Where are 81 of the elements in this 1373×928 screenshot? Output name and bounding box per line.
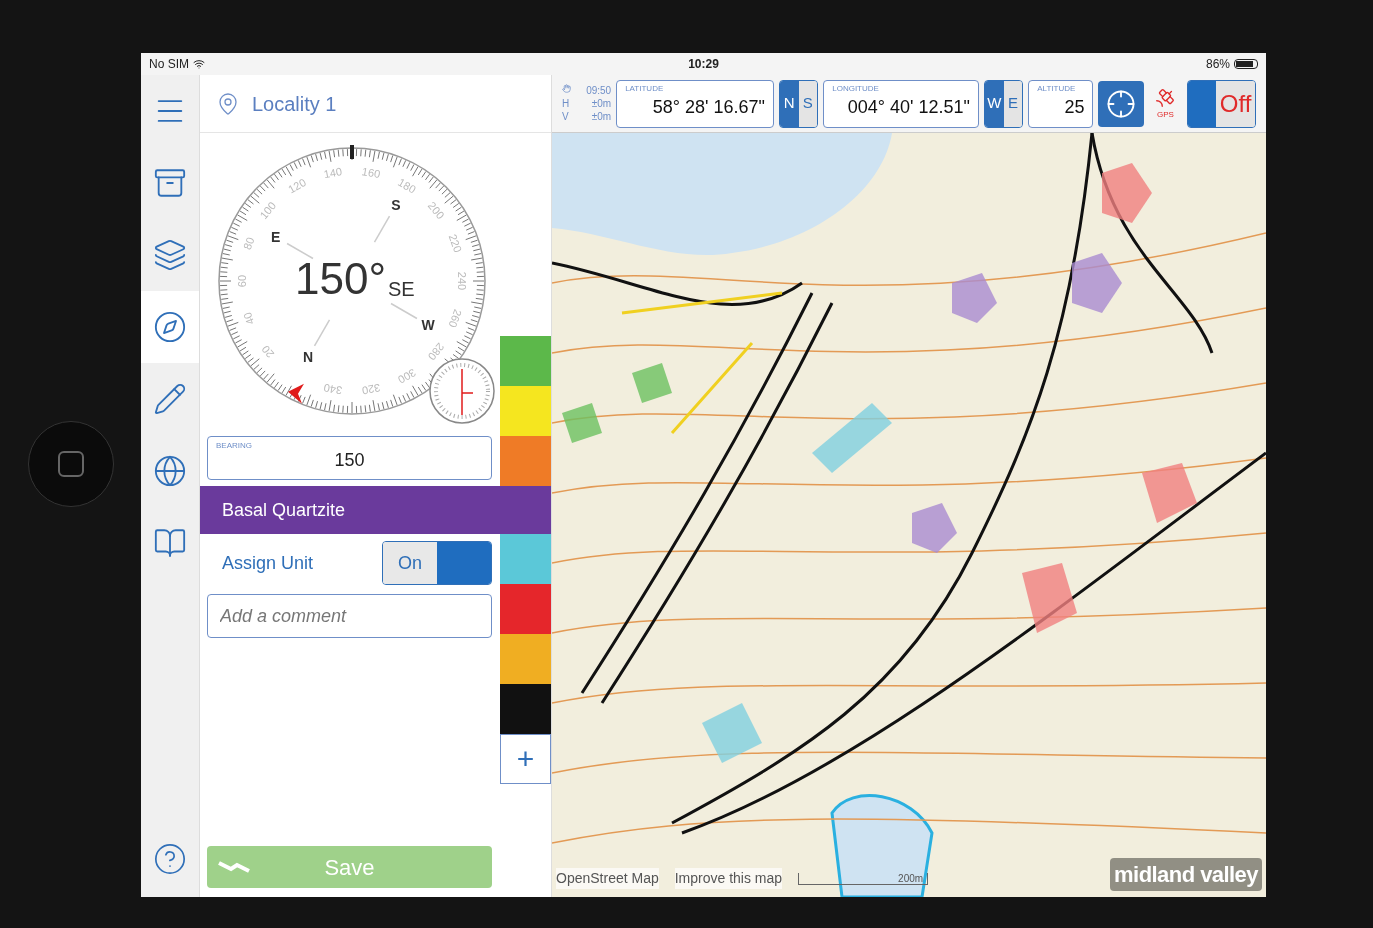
hemisphere-toggle[interactable]: W [984,80,1004,127]
scale-label: 200m [898,873,924,884]
heading-value: 150° [295,257,386,301]
dial-label: 220 [446,232,465,255]
longitude-value: 004° 40' 12.51" [847,95,970,119]
dial-label: 280 [425,340,447,363]
improve-map-link[interactable]: Improve this map [674,868,783,889]
mini-compass-drawing [429,358,495,424]
globe-icon [153,454,187,488]
add-swatch-button[interactable]: + [500,734,551,784]
color-swatch[interactable] [500,534,551,584]
compass-icon [153,310,187,344]
satellite-icon [1154,86,1177,109]
logo-text: midland valley [1110,858,1262,891]
clock-text: 10:29 [688,56,719,73]
altitude-field[interactable]: ALTITUDE 25 [1028,79,1094,128]
h-label: H [562,97,571,110]
color-swatch[interactable] [500,386,551,436]
crosshair-icon [1106,88,1137,119]
pencil-icon [153,382,187,416]
assign-unit-toggle[interactable]: On [382,541,492,585]
gps-toggle[interactable]: Off [1187,79,1256,128]
dial-label: 320 [361,381,382,397]
color-swatch[interactable] [500,584,551,634]
latitude-field[interactable]: LATITUDE 58° 28' 16.67" [616,79,774,128]
cardinal-label: W [421,317,435,333]
bearing-label: BEARING [216,440,252,452]
north-pointer-icon [288,383,304,404]
altitude-value: 25 [1064,95,1085,119]
hemisphere-toggle[interactable]: N [779,80,799,127]
h-accuracy: ±0m [590,97,612,110]
bearing-value: 150 [334,448,365,472]
unit-bar[interactable]: Basal Quartzite [200,486,551,534]
dial-label: 200 [425,199,447,222]
latitude-label: LATITUDE [625,82,664,95]
help-icon [153,842,187,876]
dial-label: 180 [396,175,418,196]
battery-icon [1234,59,1258,69]
hemisphere-toggle[interactable]: S [798,80,818,127]
color-swatch[interactable] [500,436,551,486]
locate-button[interactable] [1098,80,1144,127]
dial-label: 20 [259,343,277,361]
dial-label: 60 [236,274,248,288]
color-swatch[interactable] [500,336,551,386]
heading-direction: SE [388,279,415,299]
attribution-text: OpenStreet Map [556,868,659,889]
battery-text: 86% [1205,56,1230,73]
dial-label: 300 [396,366,418,387]
locality-title: Locality 1 [252,91,337,117]
dial-label: 340 [322,381,343,397]
hand-icon [562,84,571,93]
color-swatch[interactable] [500,684,551,734]
dial-label: 40 [240,310,257,327]
dial-label: 100 [257,199,279,222]
dial-label: 140 [322,165,343,181]
gps-time: 09:50 [585,84,612,97]
color-swatch[interactable] [500,634,551,684]
dial-label: 260 [446,307,465,330]
archive-icon [153,166,187,200]
v-accuracy: ±0m [590,110,612,123]
v-label: V [562,110,570,123]
layers-icon [153,238,187,272]
location-pin-icon [216,91,240,116]
bearing-field[interactable]: BEARING 150 [207,436,492,480]
altitude-label: ALTITUDE [1037,82,1076,95]
wifi-icon [193,58,205,70]
carrier-text: No SIM [149,56,189,73]
dial-label: 240 [456,271,468,291]
dial-label: 160 [361,165,382,181]
cardinal-label: E [271,229,281,245]
cardinal-label: S [391,196,401,213]
unit-name: Basal Quartzite [222,498,346,522]
longitude-label: LONGITUDE [832,82,879,95]
cardinal-label: N [302,349,314,366]
gps-label: GPS [1156,108,1174,121]
dial-label: 80 [240,235,257,252]
dial-label: 120 [286,175,308,196]
hemisphere-toggle[interactable]: E [1003,80,1023,127]
longitude-field[interactable]: LONGITUDE 004° 40' 12.51" [823,79,979,128]
latitude-value: 58° 28' 16.67" [652,95,765,119]
assign-unit-label: Assign Unit [222,551,314,575]
